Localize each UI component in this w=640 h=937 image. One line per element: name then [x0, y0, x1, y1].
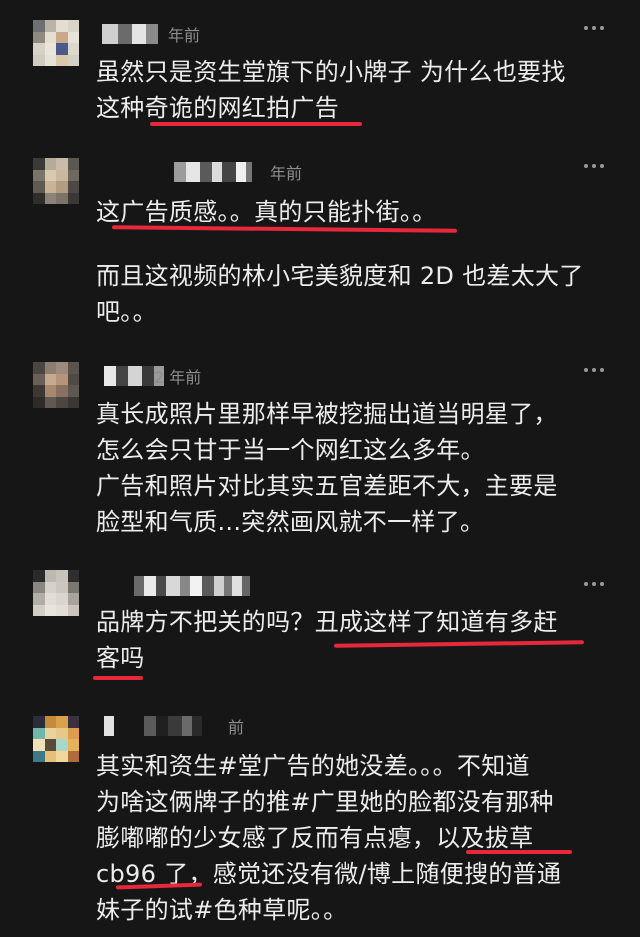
comment-time: 2 年前: [154, 368, 202, 387]
comment-line: 怎么会只甘于当一个网红这么多年。: [96, 436, 485, 464]
more-icon[interactable]: [584, 368, 604, 372]
comment-line: 脸型和气质...突然画风就不一样了。: [96, 508, 485, 536]
more-icon[interactable]: [584, 26, 604, 30]
red-underline: [466, 850, 572, 854]
comment-meta: [100, 572, 610, 598]
comment-text: 虽然只是资生堂旗下的小牌子 为什么也要找 这种奇诡的网红拍广告: [96, 54, 616, 126]
comment-text: 真长成照片里那样早被挖掘出道当明星了， 怎么会只甘于当一个网红这么多年。 广告和…: [96, 396, 616, 540]
username-blurred[interactable]: [104, 716, 202, 736]
comment-time: 前: [228, 718, 245, 737]
comment-line: 广告和照片对比其实五官差距不大，主要是: [96, 472, 558, 500]
comment-time: 年前: [168, 26, 201, 45]
comment-line: 真长成照片里那样早被挖掘出道当明星了，: [96, 400, 558, 428]
more-icon[interactable]: [584, 582, 604, 586]
comment-time: 年前: [270, 164, 303, 183]
comment-line: 虽然只是资生堂旗下的小牌子 为什么也要找: [96, 58, 566, 86]
comment-line: 这种奇诡的网红拍广告: [96, 94, 339, 122]
comment-meta: 2 年前: [100, 362, 610, 388]
red-underline: [93, 676, 143, 680]
avatar[interactable]: [33, 20, 79, 66]
comment-line: 这广告质感。。真的只能扑街。。: [96, 198, 437, 226]
comment-line: 其实和资生#堂广告的她没差。。。不知道: [96, 752, 530, 780]
comment-line: 为啥这俩牌子的推#广里她的脸都没有那种: [96, 788, 554, 816]
avatar[interactable]: [33, 362, 79, 408]
red-underline: [150, 122, 362, 126]
comment-text: 其实和资生#堂广告的她没差。。。不知道 为啥这俩牌子的推#广里她的脸都没有那种 …: [96, 748, 616, 928]
comment-line: 吧。。: [96, 298, 157, 326]
avatar[interactable]: [33, 716, 79, 762]
username-blurred[interactable]: [134, 576, 250, 596]
comment-line: 妹子的试#色种草呢。。: [96, 896, 348, 924]
comment-line: 品牌方不把关的吗？丑成这样了知道有多赶: [96, 608, 558, 636]
username-blurred[interactable]: [174, 162, 252, 182]
comment-line: [96, 230, 616, 258]
comment-text: 这广告质感。。真的只能扑街。。 而且这视频的林小宅美貌度和 2D 也差太大了 吧…: [96, 194, 616, 330]
comment-meta: 年前: [100, 20, 610, 46]
comment-meta: 前: [100, 712, 610, 738]
comment-meta: 年前: [100, 158, 610, 184]
avatar[interactable]: [33, 158, 79, 204]
comment-line: 而且这视频的林小宅美貌度和 2D 也差太大了: [96, 262, 584, 290]
username-blurred[interactable]: [102, 24, 158, 44]
more-icon[interactable]: [584, 164, 604, 168]
avatar[interactable]: [33, 570, 79, 616]
